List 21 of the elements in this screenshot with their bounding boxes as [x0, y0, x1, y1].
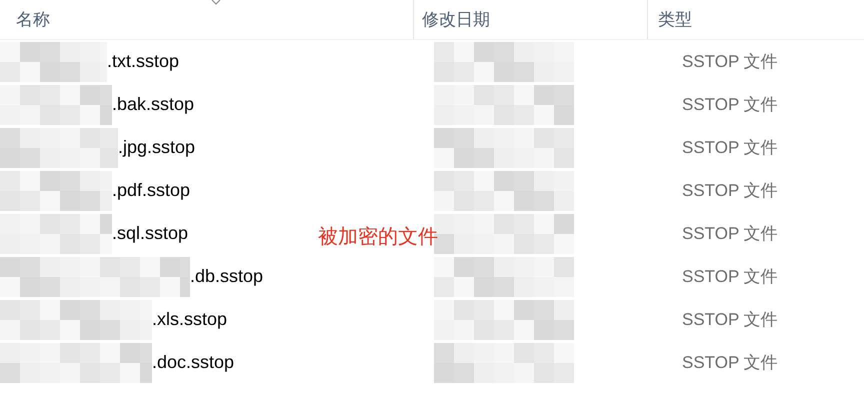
file-name: .bak.sstop: [112, 93, 194, 116]
file-type: SSTOP 文件: [682, 352, 778, 374]
file-name: .pdf.sstop: [112, 179, 190, 202]
file-name: .xls.sstop: [152, 308, 228, 331]
column-header[interactable]: 类型: [658, 6, 692, 32]
file-type: SSTOP 文件: [682, 50, 778, 73]
annotation: 被加密的文件: [318, 225, 438, 250]
file-type: SSTOP 文件: [682, 180, 778, 202]
file-name: .txt.sstop: [107, 50, 180, 73]
sort-caret-icon: [211, 0, 221, 5]
file-type: SSTOP 文件: [682, 136, 778, 159]
file-type: SSTOP 文件: [682, 222, 778, 245]
file-type: SSTOP 文件: [682, 266, 778, 288]
column-header[interactable]: 修改日期: [422, 6, 490, 32]
file-name: .db.sstop: [190, 265, 264, 288]
file-type: SSTOP 文件: [682, 94, 778, 116]
file-type: SSTOP 文件: [682, 308, 778, 331]
file-name: .sql.sstop: [112, 222, 188, 245]
file-name: .doc.sstop: [152, 351, 234, 374]
file-name: .jpg.sstop: [118, 136, 196, 159]
column-header[interactable]: 名称: [16, 6, 50, 32]
